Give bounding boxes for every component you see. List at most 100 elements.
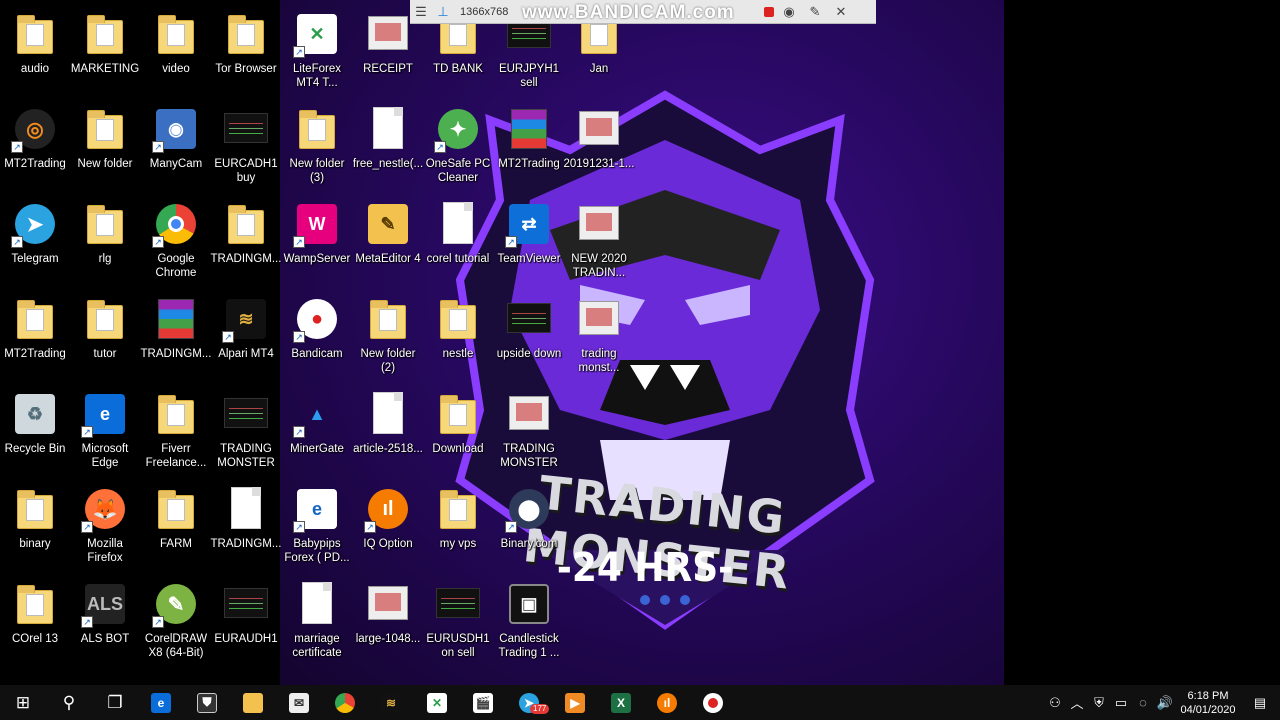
desktop-icon[interactable]: e ↗ Babypips Forex ( PD... <box>278 477 356 569</box>
desktop-icon[interactable]: ◉ ↗ ManyCam <box>137 97 215 189</box>
desktop-icon[interactable]: EURAUDH1 <box>207 572 285 664</box>
shortcut-arrow-icon: ↗ <box>364 521 376 533</box>
desktop-icon[interactable]: NEW 2020 TRADIN... <box>560 192 638 284</box>
desktop-icon[interactable]: W ↗ WampServer <box>278 192 356 284</box>
taskbar-bandicam[interactable] <box>690 685 736 720</box>
desktop-icon[interactable]: tutor <box>66 287 144 379</box>
desktop-icon[interactable]: rlg <box>66 192 144 284</box>
volume-icon[interactable]: 🔊 <box>1154 695 1176 711</box>
folder-icon <box>222 10 270 58</box>
recording-toolbar[interactable]: ☰ ⊥ 1366x768 www.BANDICAM.com ◉ ✎ ✕ <box>410 0 876 24</box>
desktop-icon[interactable]: EURUSDH1 on sell <box>419 572 497 664</box>
desktop-icon[interactable]: marriage certificate <box>278 572 356 664</box>
desktop-icon[interactable]: article-2518... <box>349 382 427 474</box>
desktop-icon[interactable]: video <box>137 2 215 94</box>
taskbar-store[interactable]: ⛊ <box>184 685 230 720</box>
desktop-icon[interactable]: ♻ Recycle Bin <box>0 382 74 474</box>
desktop-icon[interactable]: TRADING MONSTER <box>490 382 568 474</box>
desktop-icon[interactable]: MARKETING <box>66 2 144 94</box>
desktop-icon[interactable]: my vps <box>419 477 497 569</box>
camera-icon[interactable]: ◉ <box>778 1 800 23</box>
close-icon[interactable]: ✕ <box>830 1 852 23</box>
search-button[interactable]: ⚲ <box>46 685 92 720</box>
security-icon[interactable]: ⛨ <box>1088 695 1110 711</box>
desktop-icon[interactable]: Download <box>419 382 497 474</box>
desktop-icon[interactable]: TRADING MONSTER <box>207 382 285 474</box>
people-icon[interactable]: ⚇ <box>1044 695 1066 711</box>
notification-icon[interactable]: ▤ <box>1240 695 1280 711</box>
desktop-icon[interactable]: TRADINGM... <box>207 477 285 569</box>
desktop-icon[interactable]: ✎ MetaEditor 4 <box>349 192 427 284</box>
desktop-icon[interactable]: 🦊 ↗ Mozilla Firefox <box>66 477 144 569</box>
desktop-icon[interactable]: Tor Browser <box>207 2 285 94</box>
taskbar-media[interactable]: ▶ <box>552 685 598 720</box>
desktop-icon[interactable]: ⇄ ↗ TeamViewer <box>490 192 568 284</box>
desktop-icon[interactable]: large-1048... <box>349 572 427 664</box>
taskbar-edge[interactable]: e <box>138 685 184 720</box>
taskbar-clapper[interactable]: 🎬 <box>460 685 506 720</box>
desktop-icon[interactable]: FARM <box>137 477 215 569</box>
desktop-icon[interactable]: MT2Trading <box>490 97 568 189</box>
clock-time: 6:18 PM <box>1187 689 1229 702</box>
clock[interactable]: 6:18 PM 04/01/2020 <box>1176 689 1240 717</box>
desktop-icon-label: Recycle Bin <box>4 443 66 455</box>
desktop-icon[interactable]: ▲ ↗ MinerGate <box>278 382 356 474</box>
desktop-icon[interactable]: ✦ ↗ OneSafe PC Cleaner <box>419 97 497 189</box>
shortcut-arrow-icon: ↗ <box>293 236 305 248</box>
taskbar-alpari[interactable]: ≋ <box>368 685 414 720</box>
chrome-icon: ↗ <box>152 200 200 248</box>
desktop-icon[interactable]: corel tutorial <box>419 192 497 284</box>
taskbar-telegram[interactable]: ➤ 177 <box>506 685 552 720</box>
desktop-icon[interactable]: ıl ↗ IQ Option <box>349 477 427 569</box>
desktop-icon[interactable]: ≋ ↗ Alpari MT4 <box>207 287 285 379</box>
desktop-icon[interactable]: upside down <box>490 287 568 379</box>
pencil-icon[interactable]: ✎ <box>804 1 826 23</box>
desktop-icon[interactable]: TRADINGM... <box>207 192 285 284</box>
taskbar-mail[interactable]: ✉ <box>276 685 322 720</box>
desktop-icon[interactable]: nestle <box>419 287 497 379</box>
desktop-icon[interactable]: Fiverr Freelance... <box>137 382 215 474</box>
desktop-icon[interactable]: ➤ ↗ Telegram <box>0 192 74 284</box>
desktop-icon[interactable]: ● ↗ Bandicam <box>278 287 356 379</box>
taskbar-excel[interactable]: X <box>598 685 644 720</box>
battery-icon[interactable]: ▭ <box>1110 695 1132 711</box>
desktop-icon[interactable]: trading monst... <box>560 287 638 379</box>
chevron-up-icon[interactable]: ︿ <box>1066 693 1088 712</box>
desktop-icon[interactable]: New folder (3) <box>278 97 356 189</box>
desktop-icon[interactable]: MT2Trading <box>0 287 74 379</box>
desktop-icon-label: TD BANK <box>433 63 483 75</box>
minergate-icon: ▲ ↗ <box>293 390 341 438</box>
taskbar-liteforex[interactable]: ✕ <box>414 685 460 720</box>
desktop-icon-label: MetaEditor 4 <box>355 253 421 265</box>
desktop-icon[interactable]: ✎ ↗ CorelDRAW X8 (64-Bit) <box>137 572 215 664</box>
desktop-icon[interactable]: 20191231-1... <box>560 97 638 189</box>
desktop-icon[interactable]: ✕ ↗ LiteForex MT4 T... <box>278 2 356 94</box>
desktop-icon[interactable]: New folder (2) <box>349 287 427 379</box>
desktop-icon[interactable]: COrel 13 <box>0 572 74 664</box>
desktop-icon[interactable]: EURCADH1 buy <box>207 97 285 189</box>
desktop-icon[interactable]: binary <box>0 477 74 569</box>
desktop-icon[interactable]: free_nestle(... <box>349 97 427 189</box>
menu-icon[interactable]: ☰ <box>410 1 432 23</box>
desktop-icon[interactable]: ▣ Candlestick Trading 1 ... <box>490 572 568 664</box>
task-view-button[interactable]: ❐ <box>92 685 138 720</box>
desktop-icon[interactable]: e ↗ Microsoft Edge <box>66 382 144 474</box>
desktop-icon[interactable]: ↗ Google Chrome <box>137 192 215 284</box>
pin-icon[interactable]: ⊥ <box>432 1 454 23</box>
desktop-icon[interactable]: New folder <box>66 97 144 189</box>
start-button[interactable]: ⊞ <box>0 685 46 720</box>
taskbar-chrome[interactable] <box>322 685 368 720</box>
record-stop-icon[interactable] <box>764 7 774 17</box>
taskbar-explorer[interactable] <box>230 685 276 720</box>
folder-icon <box>222 200 270 248</box>
telegram-badge: 177 <box>530 704 550 714</box>
media-player-icon: ▶ <box>565 692 585 713</box>
taskbar-iqoption[interactable]: ıl <box>644 685 690 720</box>
desktop-icon[interactable]: TRADINGM... <box>137 287 215 379</box>
desktop-icon[interactable]: ⬤ ↗ Binary.com <box>490 477 568 569</box>
desktop-icon[interactable]: audio <box>0 2 74 94</box>
folder-icon <box>11 580 59 628</box>
network-icon[interactable]: ◌ <box>1132 695 1154 710</box>
desktop-icon[interactable]: ALS ↗ ALS BOT <box>66 572 144 664</box>
desktop-icon[interactable]: ◎ ↗ MT2Trading <box>0 97 74 189</box>
